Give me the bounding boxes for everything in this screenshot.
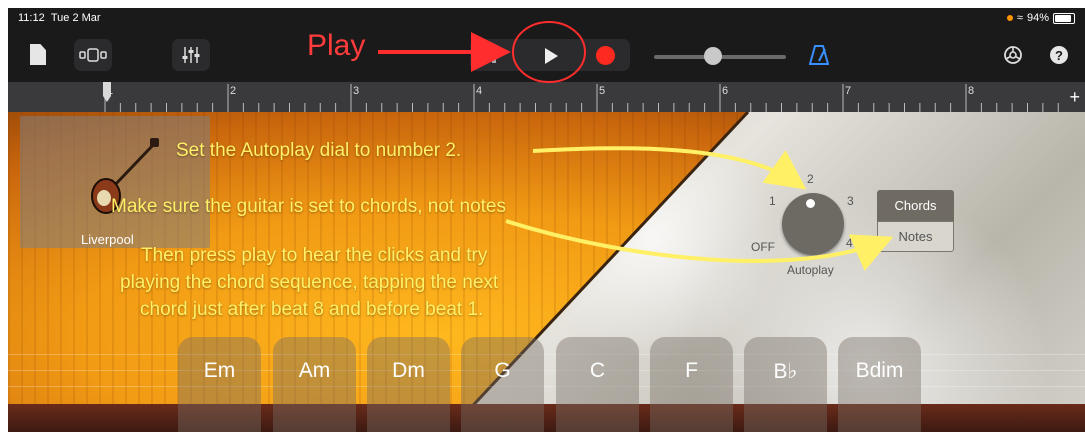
status-indicators: ≈ 94% <box>1006 12 1075 24</box>
mixer-icon <box>182 47 200 63</box>
metronome-icon[interactable] <box>809 45 829 65</box>
instrument-name: Liverpool <box>81 232 134 247</box>
chord-button[interactable]: F <box>650 337 733 432</box>
guitar-string <box>8 354 1085 355</box>
record-icon[interactable] <box>596 46 615 65</box>
play-annotation: Play <box>307 29 366 62</box>
clock: 11:12 <box>18 12 45 24</box>
wifi-icon: ≈ <box>1016 12 1023 24</box>
bar-number: 5 <box>599 85 606 97</box>
status-time: 11:12 Tue 2 Mar <box>18 12 101 24</box>
battery-percent: 94% <box>1026 12 1049 24</box>
timeline-ruler[interactable]: 1 2 3 4 5 6 7 8 + <box>8 82 1085 113</box>
guitar-bottom-edge <box>8 404 1085 432</box>
guitar-stage: Liverpool OFF 1 2 3 4 Autoplay Chords No… <box>8 112 1085 432</box>
autoplay-position-label: 1 <box>769 194 776 208</box>
volume-slider-knob[interactable] <box>704 47 722 65</box>
autoplay-position-label: 2 <box>807 172 814 186</box>
guitar-string <box>8 386 1085 387</box>
autoplay-dial[interactable] <box>782 193 844 255</box>
autoplay-position-label: OFF <box>751 240 775 254</box>
instruction-chords-mode: Make sure the guitar is set to chords, n… <box>111 196 506 217</box>
app-frame: 11:12 Tue 2 Mar ≈ 94% ? 2 3 4 5 6 7 8 + … <box>8 8 1085 432</box>
chord-button[interactable]: Bdim <box>838 337 921 432</box>
add-icon[interactable]: + <box>1069 87 1080 108</box>
bar-number: 6 <box>722 85 729 97</box>
autoplay-position-label: 3 <box>847 194 854 208</box>
chord-button[interactable]: B♭ <box>744 337 827 432</box>
autoplay-label: Autoplay <box>787 263 834 277</box>
play-icon[interactable] <box>545 48 558 64</box>
instruction-play-line2: playing the chord sequence, tapping the … <box>120 272 499 293</box>
bar-number: 3 <box>353 85 360 97</box>
go-to-start-icon[interactable] <box>492 47 496 63</box>
chord-button[interactable]: G <box>461 337 544 432</box>
document-icon[interactable] <box>30 44 46 65</box>
tracks-view-button[interactable] <box>74 39 112 71</box>
instruction-play-line3: chord just after beat 8 and before beat … <box>140 299 484 320</box>
transport-controls <box>470 39 630 71</box>
bar-number: 4 <box>476 85 483 97</box>
autoplay-position-label: 4 <box>846 236 853 250</box>
ruler-ticks <box>104 84 1059 112</box>
settings-icon[interactable] <box>1002 44 1024 66</box>
battery-icon <box>1053 12 1075 24</box>
date: Tue 2 Mar <box>50 12 101 24</box>
instruction-play-line1: Then press play to hear the clicks and t… <box>141 245 488 266</box>
chords-option[interactable]: Chords <box>877 190 954 221</box>
bar-number: 2 <box>230 85 237 97</box>
help-icon[interactable]: ? <box>1050 46 1068 64</box>
mixer-button[interactable] <box>172 39 210 71</box>
notes-option[interactable]: Notes <box>877 221 954 252</box>
chords-notes-switch: Chords Notes <box>877 190 954 252</box>
chord-button[interactable]: Dm <box>367 337 450 432</box>
instrument-selector[interactable]: Liverpool <box>20 116 210 248</box>
status-bar: 11:12 Tue 2 Mar ≈ 94% <box>8 8 1085 30</box>
chord-button[interactable]: Am <box>273 337 356 432</box>
chord-button[interactable]: C <box>556 337 639 432</box>
bar-number: 8 <box>968 85 975 97</box>
instruction-autoplay: Set the Autoplay dial to number 2. <box>176 140 462 161</box>
guitar-string <box>8 370 1085 371</box>
bar-number: 7 <box>845 85 852 97</box>
toolbar: ? <box>8 30 1085 82</box>
mic-indicator-icon <box>1006 15 1013 21</box>
chord-button[interactable]: Em <box>178 337 261 432</box>
tracks-view-icon <box>79 48 107 62</box>
dial-indicator <box>806 199 815 208</box>
